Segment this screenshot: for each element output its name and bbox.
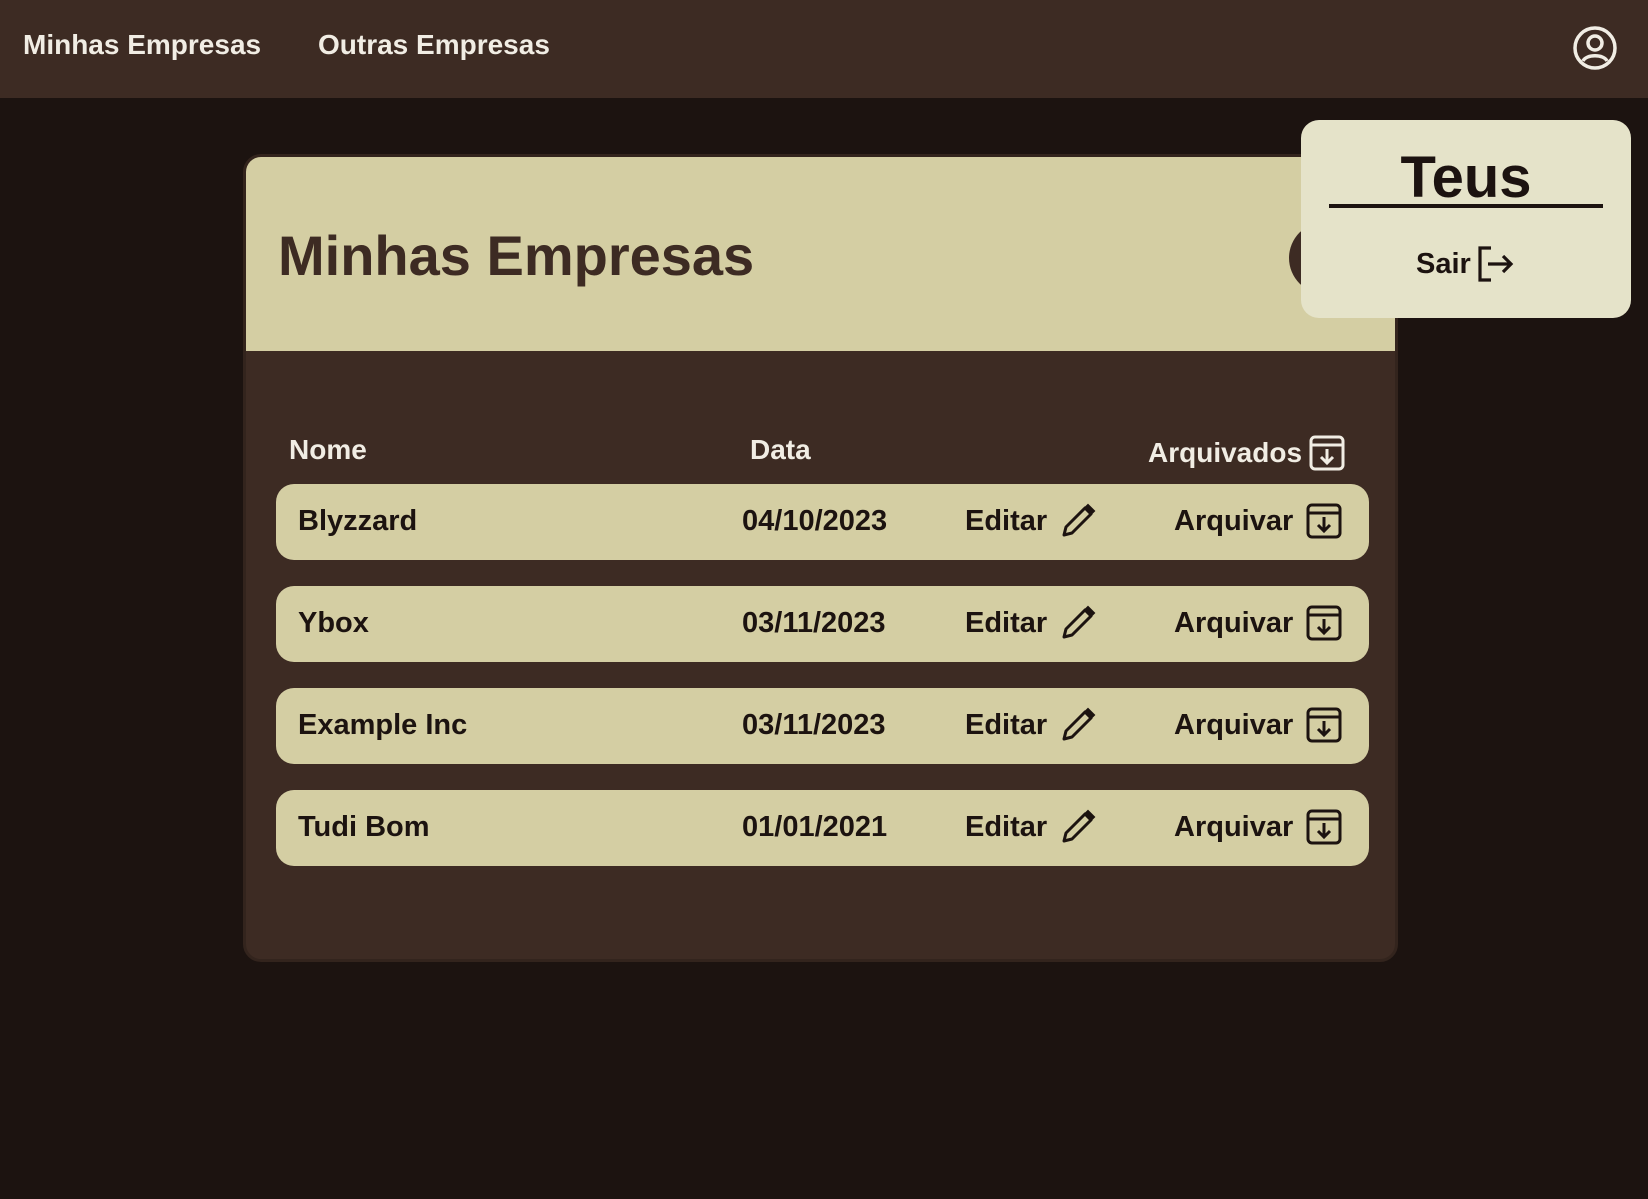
edit-label: Editar xyxy=(965,606,1048,639)
archive-button[interactable]: Arquivar xyxy=(1174,808,1343,846)
panel-header: Minhas Empresas xyxy=(246,157,1395,351)
top-navbar: Minhas Empresas Outras Empresas xyxy=(0,0,1648,98)
logout-icon xyxy=(1478,246,1514,282)
edit-label: Editar xyxy=(965,708,1048,741)
edit-button[interactable]: Editar xyxy=(965,502,1097,540)
logout-label: Sair xyxy=(1416,247,1471,280)
company-date: 03/11/2023 xyxy=(742,709,886,741)
nav-outras-empresas[interactable]: Outras Empresas xyxy=(318,29,550,61)
user-dropdown-title: Teus xyxy=(1400,145,1532,210)
pencil-icon xyxy=(1062,809,1096,843)
company-name: Tudi Bom xyxy=(298,811,430,843)
archived-filter-button[interactable]: Arquivados xyxy=(1148,434,1346,472)
pencil-icon xyxy=(1062,605,1096,639)
column-header-name: Nome xyxy=(289,434,367,465)
table-row: Tudi Bom 01/01/2021 Editar Arquivar xyxy=(276,790,1369,866)
company-date: 03/11/2023 xyxy=(742,607,886,639)
archive-box-icon xyxy=(1309,435,1345,471)
edit-label: Editar xyxy=(965,504,1048,537)
company-name: Example Inc xyxy=(298,709,468,741)
column-header-date: Data xyxy=(750,434,811,465)
edit-label: Editar xyxy=(965,810,1048,843)
archive-box-icon xyxy=(1306,503,1342,539)
company-name: Ybox xyxy=(298,607,369,639)
archive-button[interactable]: Arquivar xyxy=(1174,502,1343,540)
column-header-archived: Arquivados xyxy=(1148,437,1303,468)
archive-button[interactable]: Arquivar xyxy=(1174,706,1343,744)
pencil-icon xyxy=(1062,503,1096,537)
company-date: 04/10/2023 xyxy=(742,505,888,537)
user-menu-button[interactable] xyxy=(1572,25,1618,71)
table-row: Blyzzard 04/10/2023 Editar Arquivar xyxy=(276,484,1369,560)
user-circle-icon xyxy=(1573,26,1617,70)
edit-button[interactable]: Editar xyxy=(965,604,1097,642)
archive-box-icon xyxy=(1306,605,1342,641)
user-dropdown: Teus Sair xyxy=(1301,120,1631,318)
divider xyxy=(1329,204,1603,208)
pencil-icon xyxy=(1062,707,1096,741)
logout-button[interactable]: Sair xyxy=(1416,244,1515,284)
archive-box-icon xyxy=(1306,809,1342,845)
page-title: Minhas Empresas xyxy=(278,224,755,287)
edit-button[interactable]: Editar xyxy=(965,706,1097,744)
edit-button[interactable]: Editar xyxy=(965,808,1097,846)
nav-minhas-empresas[interactable]: Minhas Empresas xyxy=(23,29,261,61)
archive-label: Arquivar xyxy=(1174,708,1294,741)
table-row: Example Inc 03/11/2023 Editar Arquivar xyxy=(276,688,1369,764)
table-row: Ybox 03/11/2023 Editar Arquivar xyxy=(276,586,1369,662)
archive-label: Arquivar xyxy=(1174,504,1294,537)
archive-label: Arquivar xyxy=(1174,606,1294,639)
company-name: Blyzzard xyxy=(298,505,418,537)
archive-button[interactable]: Arquivar xyxy=(1174,604,1343,642)
archive-label: Arquivar xyxy=(1174,810,1294,843)
company-date: 01/01/2021 xyxy=(742,811,888,843)
companies-panel: Minhas Empresas Nome Data Arquivados Bly… xyxy=(243,154,1398,962)
archive-box-icon xyxy=(1306,707,1342,743)
